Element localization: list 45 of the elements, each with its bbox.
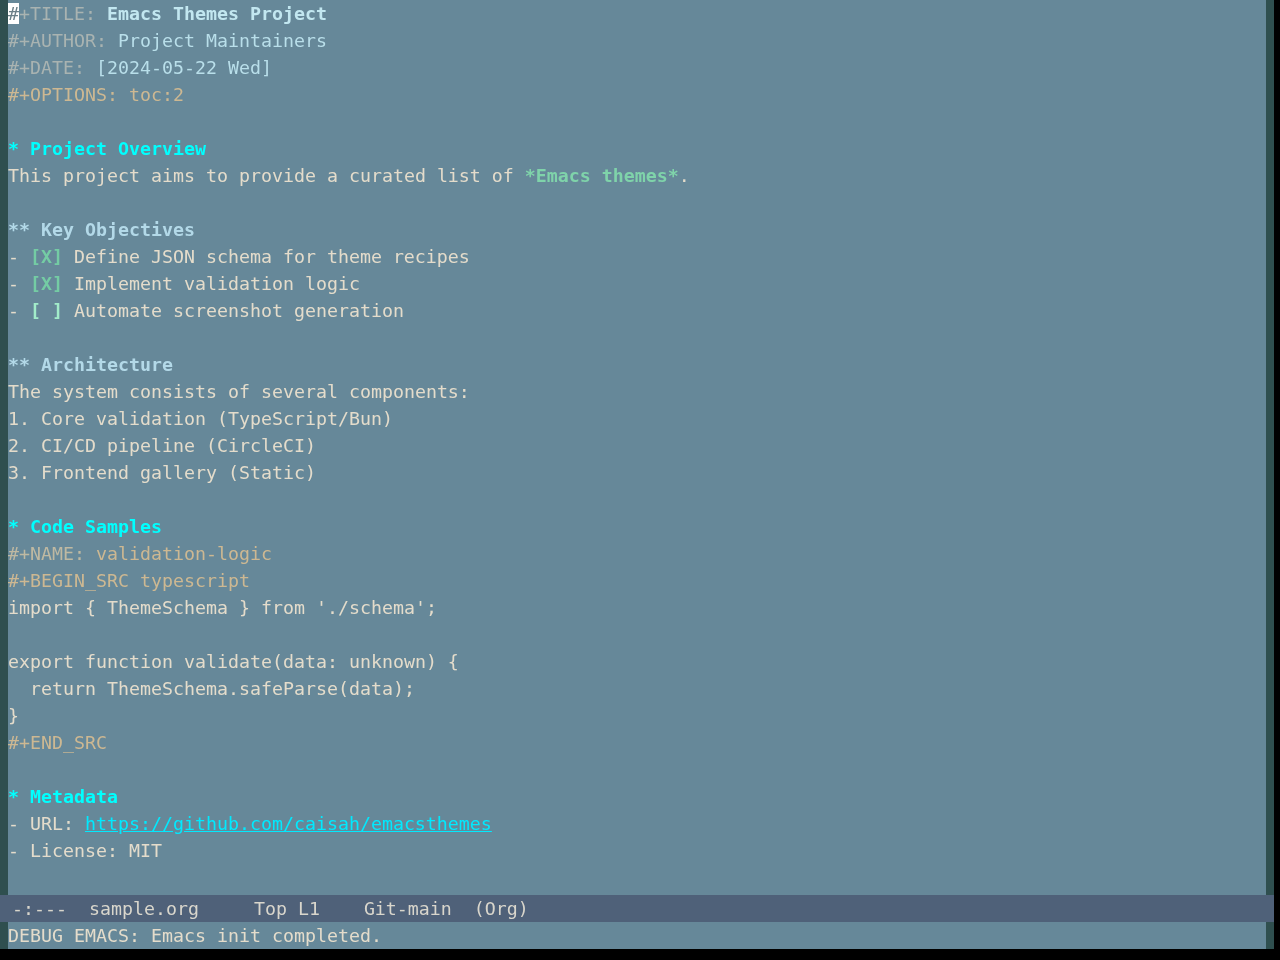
list-item: 3. Frontend gallery (Static) xyxy=(8,461,316,485)
task-text: Automate screenshot generation xyxy=(73,299,404,323)
block-name: validation-logic xyxy=(95,542,272,566)
code-line: } xyxy=(8,704,19,728)
list-item: 2. CI/CD pipeline (CircleCI) xyxy=(8,434,316,458)
checkbox[interactable]: [ ] xyxy=(30,297,63,324)
keyword-value: Project Maintainers xyxy=(117,29,327,53)
checkbox[interactable]: [X] xyxy=(30,270,63,297)
echo-message: DEBUG EMACS: Emacs init completed. xyxy=(8,925,382,946)
block-delimiter: #+BEGIN_SRC typescript xyxy=(8,569,250,593)
fringe xyxy=(0,922,8,949)
keyword-label: #+NAME: xyxy=(8,542,85,566)
option-line: #+OPTIONS: toc:2 xyxy=(8,83,184,107)
code-line: return ThemeSchema.safeParse(data); xyxy=(29,677,415,701)
list-label: - URL: xyxy=(8,812,74,836)
task-text: Implement validation logic xyxy=(73,272,360,296)
checkbox[interactable]: [X] xyxy=(30,243,63,270)
section-heading: * Metadata xyxy=(8,785,118,809)
git-branch: Git-main xyxy=(363,897,452,921)
cursor-position: Top L1 xyxy=(253,897,320,921)
list-item: - License: MIT xyxy=(8,839,162,863)
paragraph-text: This project aims to provide a curated list of *Emacs themes*. xyxy=(8,164,690,188)
list-bullet: - xyxy=(8,245,19,269)
block-delimiter: #+END_SRC xyxy=(8,731,107,755)
document-title: Emacs Themes Project xyxy=(106,2,327,26)
keyword-value: [2024-05-22 Wed] xyxy=(95,56,272,80)
section-heading: * Code Samples xyxy=(8,515,162,539)
list-item: 1. Core validation (TypeScript/Bun) xyxy=(8,407,393,431)
modified-status: -:--- xyxy=(12,897,67,921)
link[interactable]: https://github.com/caisah/emacsthemes xyxy=(84,810,492,837)
task-text: Define JSON schema for theme recipes xyxy=(73,245,470,269)
buffer-name: sample.org xyxy=(88,897,199,921)
major-mode: (Org) xyxy=(473,897,529,921)
code-line: export function validate(data: unknown) { xyxy=(8,650,459,674)
keyword-label: #+DATE: xyxy=(8,56,85,80)
fringe xyxy=(1266,922,1274,949)
code-line: import { ThemeSchema } from './schema'; xyxy=(8,596,437,620)
text-cursor: # xyxy=(8,3,19,24)
list-bullet: - xyxy=(8,272,19,296)
subsection-heading: ** Key Objectives xyxy=(8,218,195,242)
section-heading: * Project Overview xyxy=(8,137,206,161)
keyword-label: #+AUTHOR: xyxy=(8,29,107,53)
paragraph-text: The system consists of several components: xyxy=(8,380,470,404)
subsection-heading: ** Architecture xyxy=(8,353,173,377)
list-bullet: - xyxy=(8,299,19,323)
